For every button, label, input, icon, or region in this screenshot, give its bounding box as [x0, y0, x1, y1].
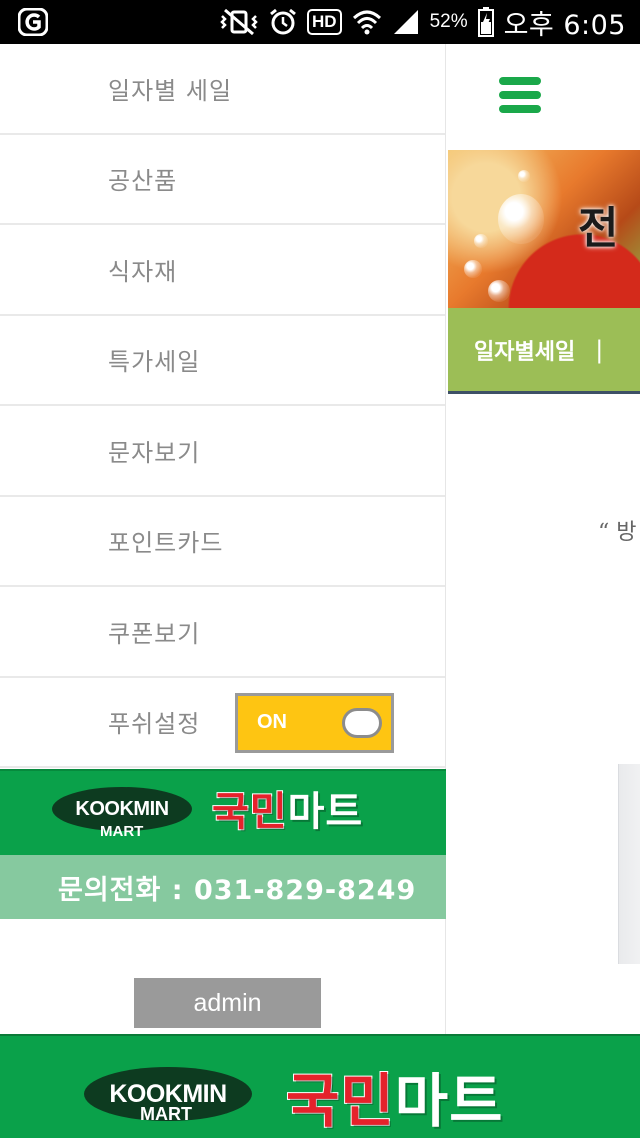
menu-icon[interactable]	[499, 77, 541, 113]
logo-wordmark: 국민마트	[285, 1066, 504, 1136]
vibrate-mute-icon	[219, 8, 259, 36]
menu-item-label: 공산품	[108, 167, 178, 196]
menu-item-coupons[interactable]: 쿠폰보기	[0, 587, 445, 678]
bottom-logo-banner: KOOKMIN MART 국민마트	[0, 1034, 640, 1138]
clock: 오후 6:05	[503, 9, 626, 41]
product-box	[618, 764, 640, 964]
banner-title: 전	[578, 203, 619, 254]
toggle-state-label: ON	[257, 710, 287, 733]
alarm-icon	[269, 8, 297, 36]
menu-item-label: 특가세일	[108, 348, 201, 377]
toggle-knob	[342, 707, 382, 738]
category-bar: 일자별세일 |	[448, 308, 640, 394]
category-daily-sale[interactable]: 일자별세일	[474, 334, 575, 366]
push-toggle[interactable]: ON	[235, 692, 394, 753]
main-page: 전 일자별세일 | “ 방	[446, 44, 640, 1034]
menu-item-label: 일자별 세일	[108, 76, 233, 105]
hd-icon: HD	[307, 9, 342, 35]
menu-item-label: 쿠폰보기	[108, 619, 201, 648]
logo-wordmark: 국민마트	[211, 788, 364, 836]
category-separator: |	[595, 335, 604, 364]
navigation-drawer: 일자별 세일 공산품 식자재 특가세일 문자보기 포인트카드 쿠폰보기 푸쉬설정…	[0, 44, 446, 1034]
logo-sub-label: MART	[100, 823, 144, 840]
menu-item-industrial-goods[interactable]: 공산품	[0, 135, 445, 225]
menu-item-special-sale[interactable]: 특가세일	[0, 316, 445, 406]
menu-item-messages[interactable]: 문자보기	[0, 406, 445, 497]
quote-text: “ 방	[598, 520, 637, 545]
menu-item-label: 문자보기	[108, 438, 201, 467]
drawer-logo-banner: KOOKMIN MART 국민마트	[0, 769, 446, 855]
signal-icon	[392, 8, 420, 36]
app-notification-icon	[17, 7, 49, 37]
battery-icon	[477, 7, 494, 37]
status-bar: HD 52% 오후 6:05	[0, 0, 640, 44]
menu-item-label: 식자재	[108, 257, 178, 286]
logo-sub-label: MART	[140, 1104, 192, 1124]
menu-item-daily-sale[interactable]: 일자별 세일	[0, 44, 445, 135]
menu-item-point-card[interactable]: 포인트카드	[0, 497, 445, 587]
menu-item-label: 포인트카드	[108, 529, 224, 558]
menu-item-food-ingredients[interactable]: 식자재	[0, 225, 445, 316]
menu-item-label: 푸쉬설정	[108, 710, 201, 739]
header-banner: 전	[448, 150, 640, 308]
wifi-icon	[352, 8, 382, 36]
admin-button[interactable]: admin	[134, 978, 321, 1028]
menu-item-push-settings: 푸쉬설정 ON	[0, 678, 445, 768]
contact-phone[interactable]: 문의전화 : 031-829-8249	[0, 855, 446, 919]
battery-percent: 52%	[429, 11, 468, 32]
